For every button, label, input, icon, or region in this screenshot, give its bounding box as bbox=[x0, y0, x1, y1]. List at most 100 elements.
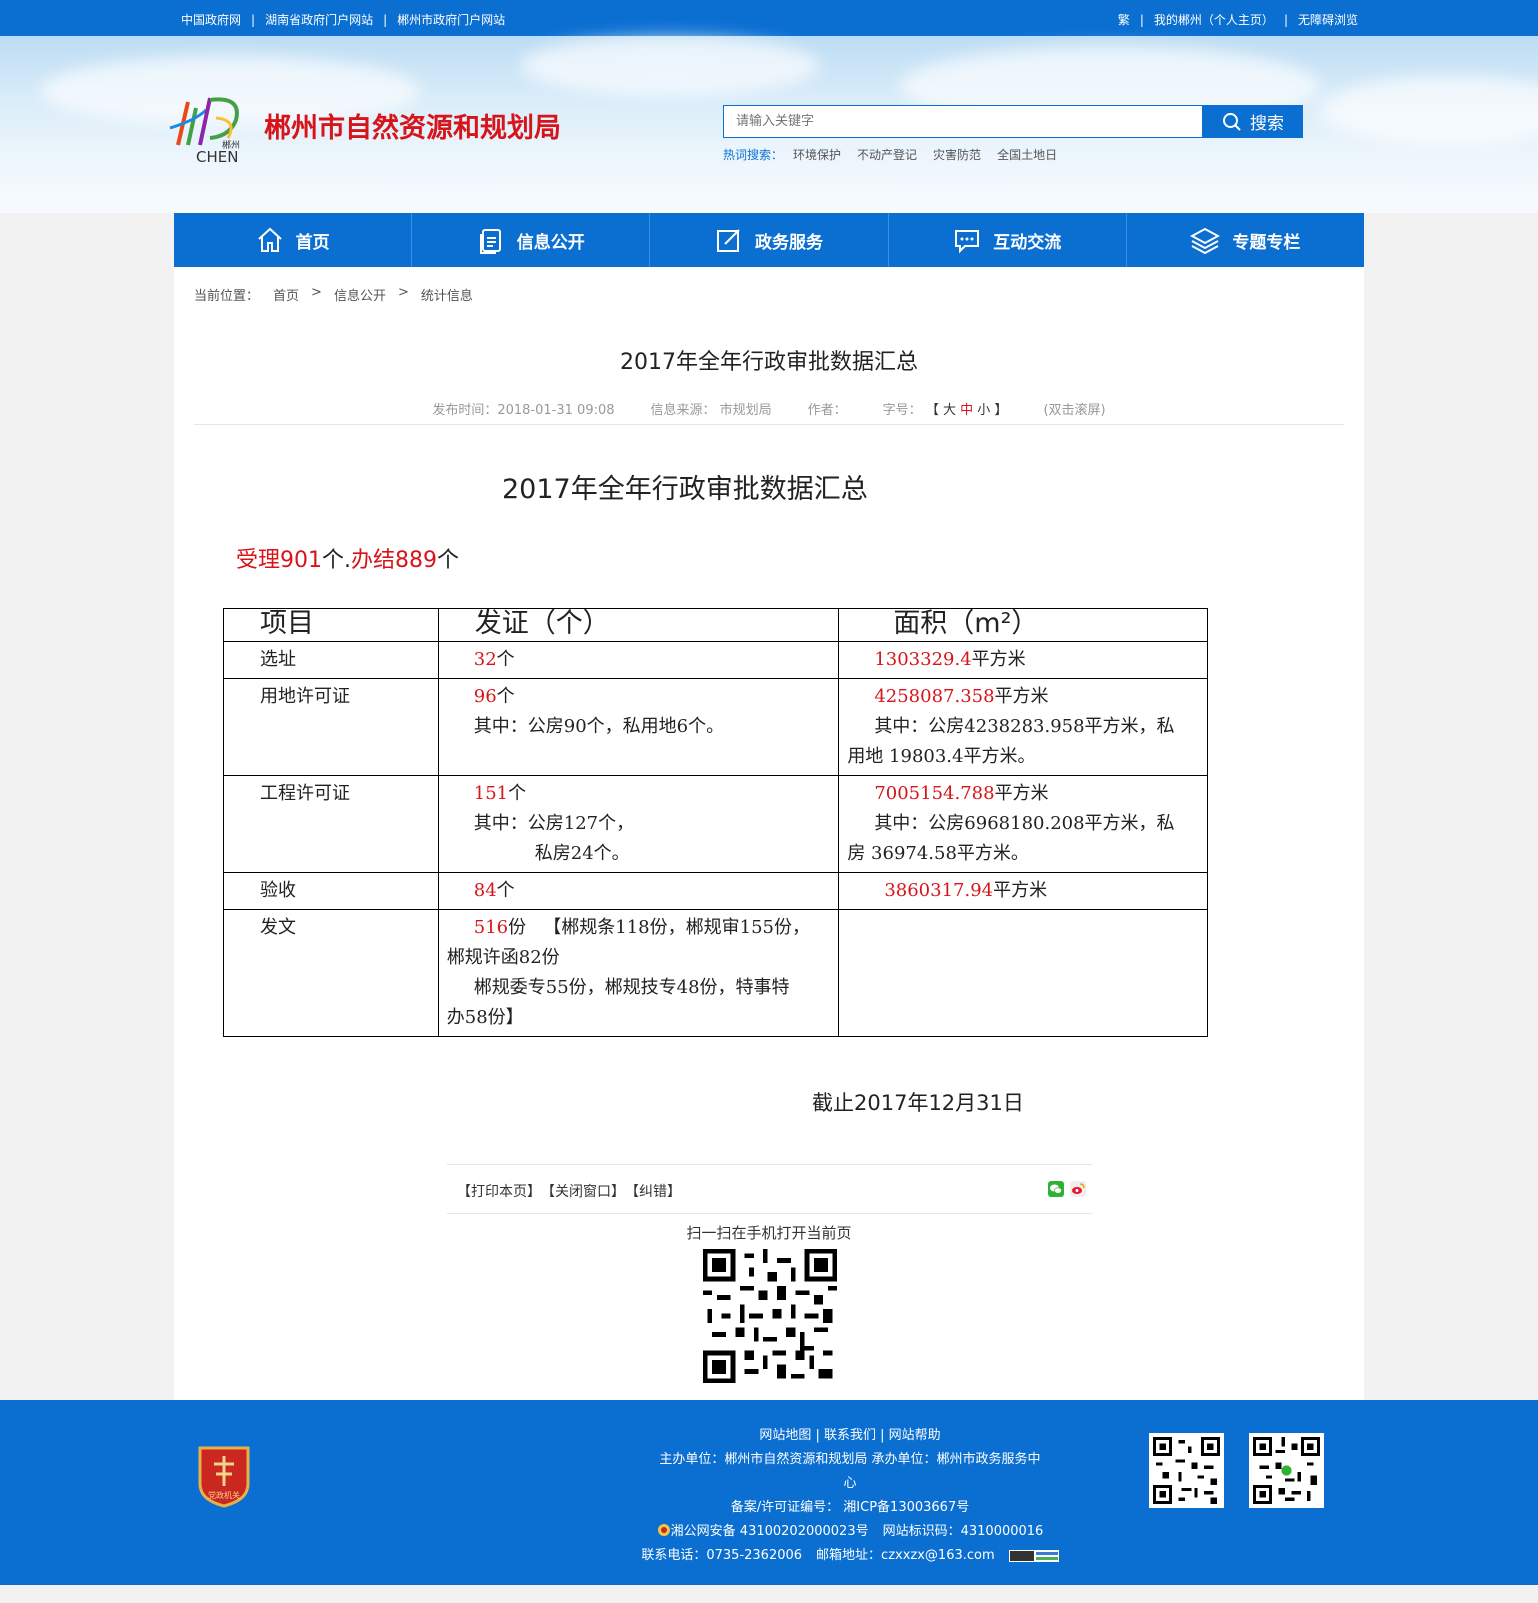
footer-host: 主办单位：郴州市自然资源和规划局 承办单位：郴州市政务服务中 bbox=[659, 1452, 1041, 1467]
breadcrumb-label: 当前位置： bbox=[194, 289, 260, 304]
breadcrumb-home[interactable]: 首页 bbox=[273, 285, 299, 304]
table-header-cell: 面积（m²） bbox=[838, 608, 1208, 642]
footer-email: 邮箱地址：czxxzx@163.com bbox=[816, 1548, 995, 1563]
table-cell: 4258087.358平方米 其中：公房4238283.958平方米，私 用地 … bbox=[838, 678, 1208, 776]
table-cell: 84个 bbox=[437, 872, 840, 910]
nav-item-services[interactable]: 政务服务 bbox=[650, 213, 889, 267]
table-cell bbox=[838, 909, 1208, 1037]
footer-police[interactable]: 湘公网安备 43100202000023号 bbox=[671, 1524, 869, 1539]
main-nav: 首页 信息公开 政务服务 互动交流 专题专栏 bbox=[174, 213, 1364, 267]
footer-site-id: 网站标识码：4310000016 bbox=[882, 1524, 1044, 1539]
table-row: 工程许可证 151个 其中：公房127个， 私房24个。 7005154.788… bbox=[223, 775, 1208, 873]
nav-item-special[interactable]: 专题专栏 bbox=[1127, 213, 1364, 267]
site-logo[interactable]: 郴州 CHEN bbox=[166, 90, 250, 168]
table-cell: 96个 其中：公房90个，私用地6个。 bbox=[437, 678, 840, 776]
table-cell: 7005154.788平方米 其中：公房6968180.208平方米，私 房 3… bbox=[838, 775, 1208, 873]
top-links-left: 中国政府网 | 湖南省政府门户网站 | 郴州市政府门户网站 bbox=[181, 11, 505, 28]
table-header-row: 项目 发证（个） 面积（m²） bbox=[223, 608, 1208, 642]
article-meta: 发布时间：2018-01-31 09:08 信息来源： 市规划局 作者： 字号：… bbox=[174, 399, 1364, 418]
edit-icon bbox=[717, 229, 740, 252]
link-gov-cn[interactable]: 中国政府网 bbox=[181, 11, 241, 28]
table-cell: 3860317.94平方米 bbox=[838, 872, 1208, 910]
breadcrumb-sep: > bbox=[311, 285, 322, 300]
separator: | bbox=[1283, 12, 1288, 27]
table-cell: 验收 bbox=[223, 872, 439, 910]
hot-word[interactable]: 全国土地日 bbox=[997, 146, 1057, 163]
nav-item-interaction[interactable]: 互动交流 bbox=[889, 213, 1127, 267]
hot-word[interactable]: 不动产登记 bbox=[857, 146, 917, 163]
font-large-button[interactable]: 大 bbox=[943, 403, 956, 418]
link-traditional-chinese[interactable]: 繁 bbox=[1118, 11, 1130, 28]
breadcrumb-sep: > bbox=[397, 285, 409, 300]
report-error-button[interactable]: 【纠错】 bbox=[625, 1181, 681, 1201]
table-row: 选址 32个 1303329.4平方米 bbox=[223, 641, 1208, 679]
link-accessibility[interactable]: 无障碍浏览 bbox=[1298, 11, 1358, 28]
font-small-button[interactable]: 小 bbox=[977, 403, 990, 418]
print-button[interactable]: 【打印本页】 bbox=[457, 1181, 541, 1201]
divider bbox=[194, 424, 1344, 425]
deadline-text: 截止2017年12月31日 bbox=[812, 1091, 1024, 1115]
footer-info: 网站地图 | 联系我们 | 网站帮助 主办单位：郴州市自然资源和规划局 承办单位… bbox=[620, 1424, 1080, 1568]
table-cell: 工程许可证 bbox=[223, 775, 439, 873]
qr-code-footer-1 bbox=[1149, 1433, 1224, 1508]
font-medium-button[interactable]: 中 bbox=[960, 403, 973, 418]
footer-phone: 联系电话：0735-2362006 bbox=[641, 1548, 803, 1563]
nav-item-label: 信息公开 bbox=[516, 232, 585, 253]
nav-item-label: 首页 bbox=[295, 232, 330, 253]
search-button-label: 搜索 bbox=[1250, 114, 1284, 134]
logo-text: CHEN bbox=[196, 148, 238, 166]
footer-icp[interactable]: 备案/许可证编号： 湘ICP备13003667号 bbox=[620, 1496, 1080, 1520]
party-emblem-badge[interactable]: 党政机关 bbox=[196, 1444, 252, 1508]
site-title: 郴州市自然资源和规划局 bbox=[264, 113, 561, 144]
header: 郴州 CHEN 郴州市自然资源和规划局 搜索 热词搜索： 环境保护 不动产登记 … bbox=[0, 36, 1538, 213]
font-size-label: 字号： bbox=[882, 403, 922, 418]
nav-item-label: 互动交流 bbox=[993, 232, 1062, 253]
police-badge-icon bbox=[657, 1524, 670, 1536]
footer: 党政机关 网站地图 | 联系我们 | 网站帮助 主办单位：郴州市自然资源和规划局… bbox=[0, 1400, 1538, 1585]
wechat-icon[interactable] bbox=[1048, 1181, 1064, 1197]
search-button[interactable]: 搜索 bbox=[1203, 105, 1303, 138]
scan-text: 扫一扫在手机打开当前页 bbox=[686, 1224, 852, 1242]
hot-words-label: 热词搜索： bbox=[723, 148, 784, 162]
emblem-text: 党政机关 bbox=[208, 1490, 240, 1500]
hot-word[interactable]: 灾害防范 bbox=[933, 146, 981, 163]
breadcrumb-info[interactable]: 信息公开 bbox=[334, 285, 386, 304]
qr-code-footer-2 bbox=[1249, 1433, 1324, 1508]
top-links-right: 繁 | 我的郴州（个人主页） | 无障碍浏览 bbox=[1118, 11, 1358, 28]
content-title: 2017年全年行政审批数据汇总 bbox=[502, 474, 868, 505]
meta-time: 发布时间：2018-01-31 09:08 bbox=[432, 403, 615, 418]
breadcrumb-stats[interactable]: 统计信息 bbox=[421, 285, 473, 304]
table-row: 验收 84个 3860317.94平方米 bbox=[223, 872, 1208, 910]
table-cell: 32个 bbox=[437, 641, 840, 679]
search-input[interactable] bbox=[723, 105, 1203, 138]
main-content: 当前位置： 首页 > 信息公开 > 统计信息 2017年全年行政审批数据汇总 发… bbox=[174, 267, 1364, 1400]
footer-police-row: 湘公网安备 43100202000023号 网站标识码：4310000016 bbox=[620, 1520, 1080, 1544]
nav-item-info[interactable]: 信息公开 bbox=[412, 213, 651, 267]
cnzz-badge-icon bbox=[1008, 1550, 1059, 1562]
footer-host-cont: 心 bbox=[843, 1476, 857, 1491]
link-chenzhou-gov[interactable]: 郴州市政府门户网站 bbox=[397, 11, 505, 28]
article-title: 2017年全年行政审批数据汇总 bbox=[620, 350, 918, 375]
close-window-button[interactable]: 【关闭窗口】 bbox=[541, 1181, 625, 1201]
scroll-toggle[interactable]: (双击滚屏) bbox=[1043, 399, 1105, 418]
top-bar: 中国政府网 | 湖南省政府门户网站 | 郴州市政府门户网站 繁 | 我的郴州（个… bbox=[0, 0, 1538, 36]
article-actions: 【打印本页】 【关闭窗口】 【纠错】 bbox=[447, 1164, 1092, 1214]
footer-links[interactable]: 网站地图 | 联系我们 | 网站帮助 bbox=[620, 1424, 1080, 1448]
document-icon bbox=[479, 229, 501, 254]
chat-icon bbox=[955, 230, 980, 254]
table-cell: 用地许可证 bbox=[223, 678, 439, 776]
nav-item-label: 专题专栏 bbox=[1232, 232, 1301, 253]
table-header-cell: 项目 bbox=[223, 608, 439, 642]
table-cell: 516份 【郴规条118份，郴规审155份， 郴规许函82份 郴规委专55份，郴… bbox=[437, 909, 840, 1037]
hot-word[interactable]: 环境保护 bbox=[793, 146, 841, 163]
table-cell: 1303329.4平方米 bbox=[838, 641, 1208, 679]
summary: 受理901个.办结889个 bbox=[236, 548, 460, 573]
table-cell: 选址 bbox=[223, 641, 439, 679]
layers-icon bbox=[1190, 227, 1221, 254]
weibo-icon[interactable] bbox=[1070, 1181, 1086, 1197]
link-hunan-gov[interactable]: 湖南省政府门户网站 bbox=[265, 11, 373, 28]
nav-item-home[interactable]: 首页 bbox=[174, 213, 413, 267]
meta-author: 作者： bbox=[807, 403, 847, 418]
link-my-chenzhou[interactable]: 我的郴州（个人主页） bbox=[1154, 11, 1274, 28]
qr-code-page bbox=[703, 1249, 837, 1383]
